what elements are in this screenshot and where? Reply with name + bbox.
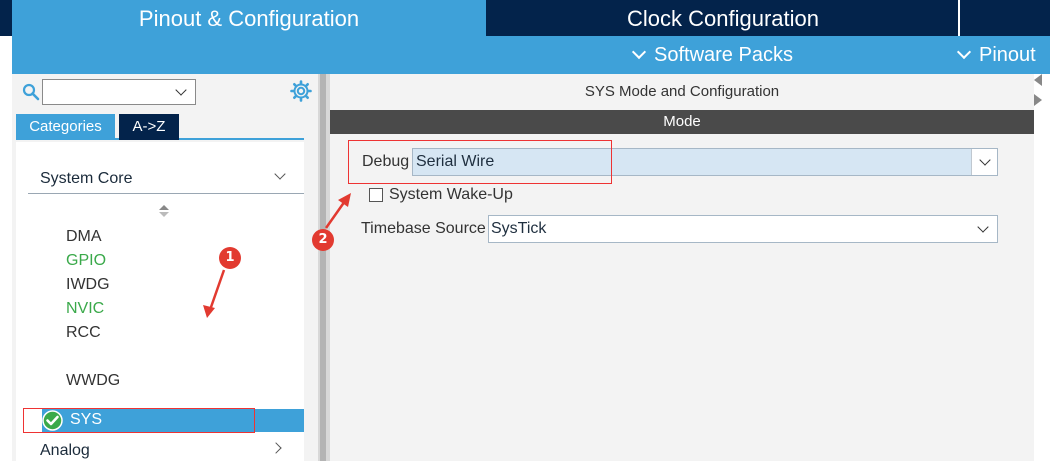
list-item-iwdg[interactable]: IWDG [66,276,110,294]
tab-pinout-configuration[interactable]: Pinout & Configuration [12,0,486,36]
sys-configuration-panel: SYS Mode and Configuration Mode Debug Se… [330,74,1034,461]
annotation-badge-2: 2 [312,229,334,251]
group-system-core-label: System Core [40,170,133,187]
tab-categories[interactable]: Categories [16,114,115,140]
collapse-arrows-icon[interactable] [1034,74,1050,114]
chevron-down-icon [631,44,647,60]
group-system-core[interactable]: System Core [28,166,304,194]
panel-title: SYS Mode and Configuration [584,83,780,100]
annotation-badge-1: 1 [219,247,241,269]
category-tabs: Categories A->Z [16,114,304,140]
chevron-down-icon [977,221,989,233]
chevron-down-icon [956,44,972,60]
mode-header: Mode [330,110,1034,134]
system-wakeup-label: System Wake-Up [389,186,513,203]
list-item-rcc[interactable]: RCC [66,324,101,342]
timebase-source-value: SysTick [491,220,547,237]
check-icon [42,410,63,431]
left-panel-scroll-thumb[interactable] [320,74,326,461]
debug-select[interactable]: Serial Wire [412,148,998,176]
pinout-menu[interactable]: Pinout [956,36,1036,74]
software-packs-label: Software Packs [654,44,793,66]
gear-icon[interactable] [290,80,312,102]
chevron-down-icon [979,154,991,166]
panel-collapse-handle[interactable] [1034,74,1050,461]
debug-label: Debug [362,153,410,170]
debug-dropdown-button[interactable] [971,149,997,175]
timebase-source-select[interactable]: SysTick [488,215,998,243]
chevron-down-icon [175,84,187,96]
list-item-sys-label: SYS [70,411,103,428]
group-analog[interactable]: Analog [28,434,304,461]
list-item-sys[interactable]: SYS [42,409,304,432]
chevron-down-icon [274,168,286,180]
tab-strip-filler [960,0,1050,36]
sub-menu-bar: Software Packs Pinout [12,36,1050,74]
category-list: System Core DMA GPIO IWDG NVIC RCC SYS W… [16,142,304,461]
list-item-dma[interactable]: DMA [66,228,102,246]
search-icon[interactable] [22,83,40,101]
tab-a-to-z[interactable]: A->Z [119,114,179,140]
pinout-menu-label: Pinout [979,44,1036,66]
system-wakeup-checkbox[interactable] [369,188,383,202]
debug-select-value: Serial Wire [416,153,495,170]
software-packs-menu[interactable]: Software Packs [631,36,793,74]
top-tab-strip: Pinout & Configuration Clock Configurati… [0,0,1050,36]
tab-clock-configuration[interactable]: Clock Configuration [488,0,958,36]
list-item-wwdg[interactable]: WWDG [66,372,120,390]
list-item-gpio[interactable]: GPIO [66,252,106,270]
group-analog-label: Analog [40,442,90,459]
categories-panel: Categories A->Z System Core DMA GPIO IWD… [12,74,330,461]
list-item-nvic[interactable]: NVIC [66,300,104,318]
timebase-source-label: Timebase Source [361,220,486,237]
sort-icon[interactable] [158,204,170,218]
search-dropdown[interactable] [42,79,196,105]
chevron-right-icon [270,442,282,454]
